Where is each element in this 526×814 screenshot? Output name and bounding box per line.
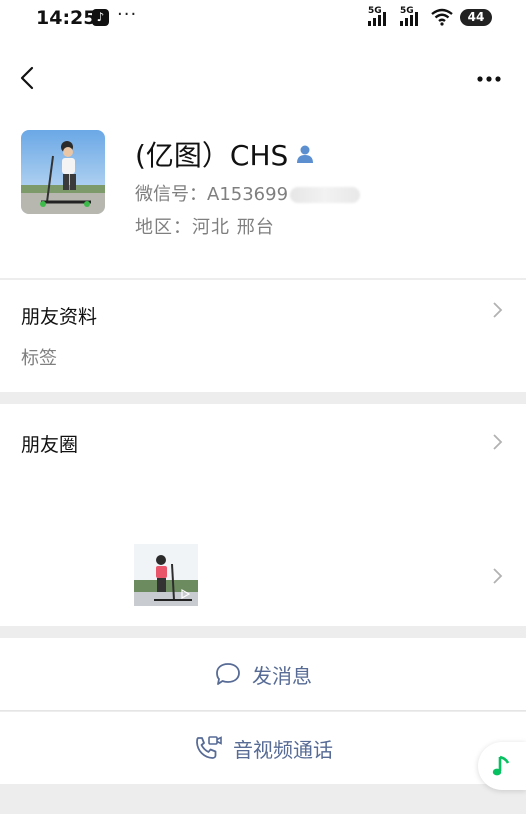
contact-person-icon [297,145,314,163]
battery-icon: 44 [460,9,492,26]
more-options-button[interactable] [470,68,510,90]
blurred-id-mask [290,187,361,203]
moments-title: 朋友圈 [21,434,79,456]
friend-info-section[interactable]: 朋友资料 标签 [0,280,526,392]
status-time: 14:25 [36,7,97,29]
send-message-button[interactable]: 发消息 [0,638,526,710]
contact-name: (亿图）CHS [135,139,289,172]
back-button[interactable] [14,60,44,96]
divider [0,710,526,711]
more-notifications-icon: ··· [117,4,138,25]
tags-label: 标签 [21,348,57,369]
chevron-right-icon [493,568,503,584]
tiktok-icon: ♪ [92,9,109,26]
region: 地区：河北 邢台 [135,217,275,238]
moments-section[interactable]: 朋友圈 [0,404,526,626]
chevron-right-icon [493,434,503,450]
phone-video-icon [196,736,222,759]
music-note-icon [492,755,510,776]
wifi-icon [431,8,453,26]
wechat-id: 微信号：A153699 [135,180,361,206]
more-icon [477,76,501,82]
video-call-button[interactable]: 音视频通话 [0,712,526,784]
chat-bubble-icon [216,663,240,685]
video-call-label: 音视频通话 [233,737,333,762]
profile-card: (亿图）CHS 微信号：A153699 地区：河北 邢台 [0,118,526,278]
avatar[interactable] [21,130,105,214]
top-nav-bar [0,38,526,118]
friend-info-title: 朋友资料 [21,306,98,328]
back-arrow-icon [20,66,34,90]
status-bar: 14:25 ♪ ··· 5G 5G 44 [0,0,526,38]
moment-thumbnail[interactable] [134,544,198,606]
signal-icon-2 [400,10,418,26]
send-message-label: 发消息 [252,663,312,688]
chevron-right-icon [493,302,503,318]
signal-icon-1 [368,10,386,26]
music-floating-button[interactable] [478,742,526,790]
